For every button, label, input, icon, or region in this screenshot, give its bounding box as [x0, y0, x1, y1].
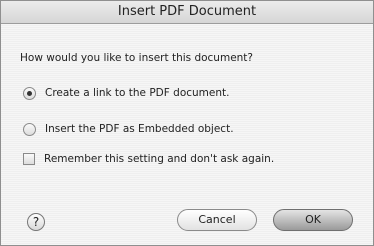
help-icon[interactable]: ?: [27, 213, 45, 231]
remember-label: Remember this setting and don't ask agai…: [44, 153, 275, 165]
dialog-title: Insert PDF Document: [1, 1, 373, 24]
ok-button[interactable]: OK: [273, 209, 353, 231]
option-create-link-label: Create a link to the PDF document.: [45, 87, 230, 99]
remember-setting[interactable]: Remember this setting and don't ask agai…: [23, 151, 274, 167]
option-embed-object[interactable]: Insert the PDF as Embedded object.: [23, 121, 234, 137]
cancel-button[interactable]: Cancel: [177, 209, 257, 231]
remember-checkbox[interactable]: [23, 153, 35, 165]
dialog-question: How would you like to insert this docume…: [20, 52, 253, 64]
radio-create-link[interactable]: [23, 86, 36, 100]
option-create-link[interactable]: Create a link to the PDF document.: [23, 85, 229, 101]
radio-embed-object[interactable]: [23, 122, 36, 136]
option-embed-object-label: Insert the PDF as Embedded object.: [45, 123, 234, 135]
insert-pdf-dialog: Insert PDF Document How would you like t…: [0, 0, 374, 246]
